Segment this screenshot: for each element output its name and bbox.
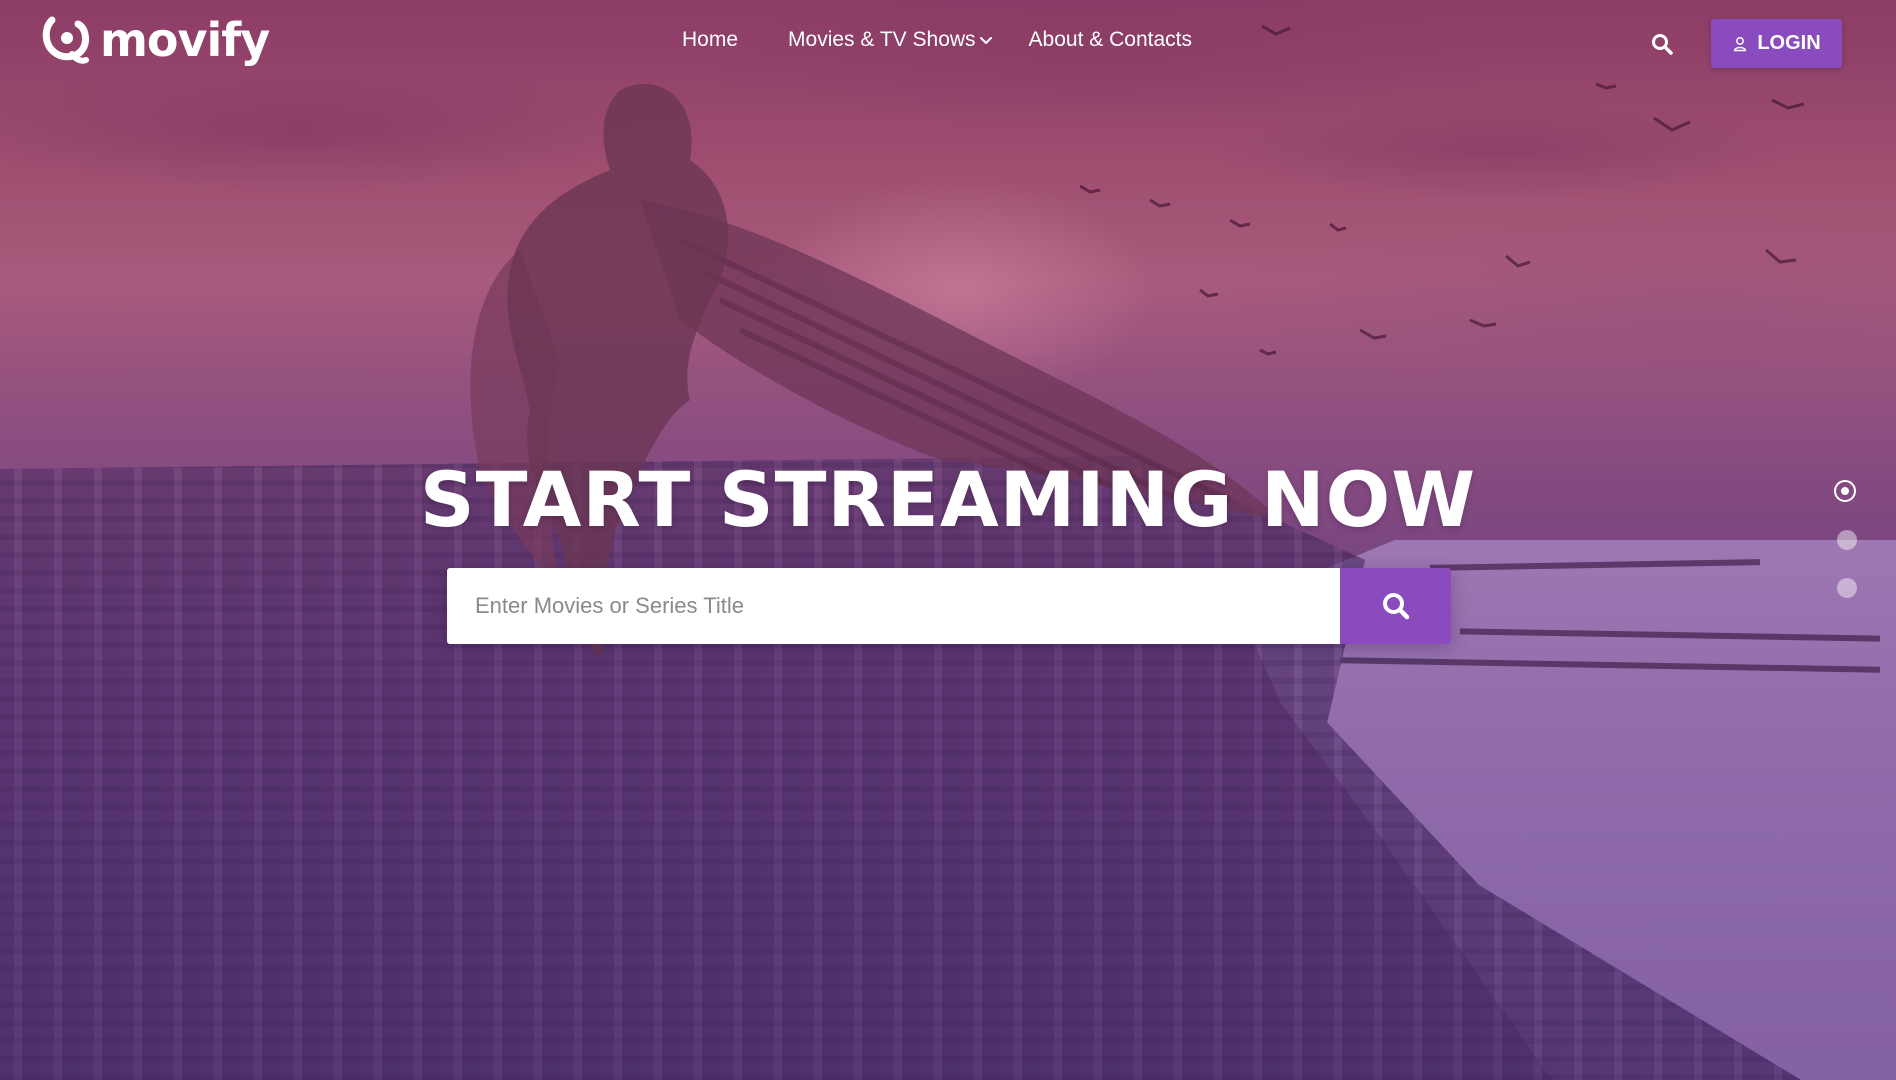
nav-item-label: Home — [682, 28, 739, 51]
slider-dot[interactable] — [1837, 530, 1857, 550]
slider-dot-active[interactable] — [1834, 480, 1856, 502]
header-search-button[interactable] — [1650, 32, 1674, 56]
search-icon — [1382, 593, 1409, 620]
nav-item-label: About & Contacts — [1028, 28, 1192, 51]
nav-item-label: Movies & TV Shows — [788, 28, 976, 51]
nav-item-movies-tv-shows[interactable]: Movies & TV Shows — [788, 28, 993, 52]
site-header: movify Home Movies & TV Shows About & Co… — [0, 0, 1896, 86]
user-icon — [1734, 36, 1747, 51]
search-icon — [1652, 34, 1673, 55]
brand-logo[interactable]: movify — [42, 13, 270, 67]
slider-dot[interactable] — [1837, 578, 1857, 598]
login-label: LOGIN — [1757, 32, 1821, 54]
main-nav: Home Movies & TV Shows About & Contacts — [682, 28, 1192, 52]
nav-item-about-contacts[interactable]: About & Contacts — [1029, 28, 1192, 52]
search-input[interactable] — [447, 568, 1340, 644]
hero-search-bar — [447, 568, 1451, 644]
chevron-down-icon — [979, 37, 992, 44]
page: movify Home Movies & TV Shows About & Co… — [0, 0, 1896, 1080]
login-button[interactable]: LOGIN — [1711, 19, 1842, 68]
search-submit-button[interactable] — [1340, 568, 1451, 644]
brand-name: movify — [100, 13, 270, 67]
nav-item-home[interactable]: Home — [682, 28, 738, 52]
movify-logo-icon — [42, 16, 89, 64]
hero-title: START STREAMING NOW — [419, 455, 1477, 544]
